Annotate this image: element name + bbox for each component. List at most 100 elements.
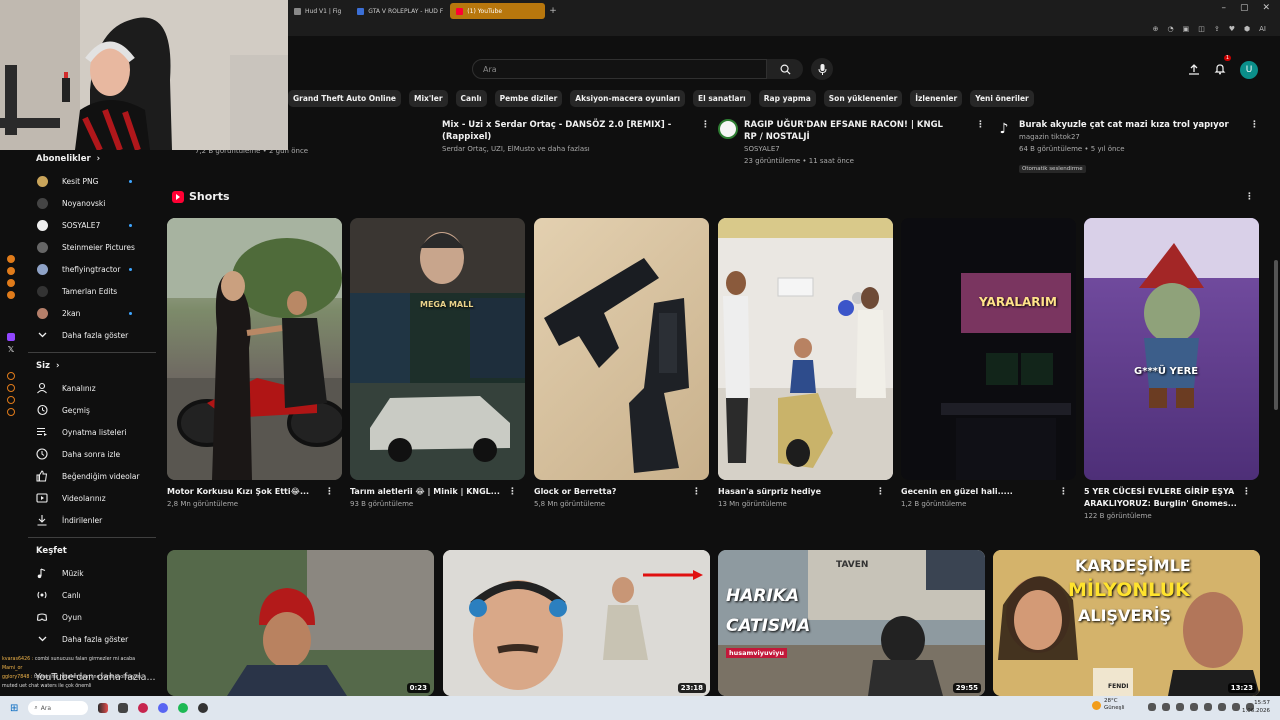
subscriptions-header[interactable]: Abonelikler › bbox=[22, 152, 162, 166]
more-options-icon[interactable]: ⋮ bbox=[692, 487, 701, 497]
filter-chip[interactable]: Son yüklenenler bbox=[823, 90, 903, 107]
video-thumbnail[interactable]: HARIKA CATISMA husamviyuviyu TAVEN 29:55 bbox=[718, 550, 985, 696]
video-channel[interactable]: SOSYALE7 bbox=[744, 143, 944, 155]
bulb-icon[interactable]: ◔ bbox=[1168, 25, 1174, 33]
new-tab-button[interactable]: + bbox=[549, 6, 557, 16]
sidebar-item-history[interactable]: Geçmiş bbox=[22, 399, 162, 421]
sidebar-item-music[interactable]: Müzik bbox=[22, 562, 162, 584]
taskbar-weather[interactable]: 28°C Güneşli bbox=[1092, 698, 1125, 712]
video-card[interactable]: RAGIP UĞUR'DAN EFSANE RACON! | KNGL RP /… bbox=[744, 119, 944, 167]
more-options-icon[interactable]: ⋮ bbox=[876, 487, 885, 497]
ai-button[interactable]: AI bbox=[1259, 25, 1266, 33]
twitch-icon[interactable] bbox=[7, 333, 15, 341]
filter-chip[interactable]: Rap yapma bbox=[758, 90, 816, 107]
maximize-icon[interactable]: ▢ bbox=[1240, 3, 1249, 13]
taskbar-search[interactable]: ⌕ Ara bbox=[28, 701, 89, 715]
windows-start-icon[interactable]: ⊞ bbox=[10, 703, 18, 714]
filter-chip[interactable]: Canlı bbox=[455, 90, 487, 107]
tab-gta-roleplay[interactable]: GTA V ROLEPLAY - HUD F bbox=[351, 3, 446, 19]
shorts-more-icon[interactable]: ⋮ bbox=[1245, 192, 1254, 202]
tray-icon[interactable] bbox=[1176, 703, 1184, 711]
filter-chip[interactable]: Pembe diziler bbox=[494, 90, 563, 107]
short-card[interactable]: Motor Korkusu Kızı Şok Etti😂... 2,8 Mn g… bbox=[167, 218, 342, 510]
short-title[interactable]: Hasan'a sürpriz hediye bbox=[718, 486, 876, 498]
tray-icon[interactable] bbox=[1204, 703, 1212, 711]
sidebar-app-icon[interactable] bbox=[7, 267, 15, 275]
tray-icon[interactable] bbox=[1162, 703, 1170, 711]
subscription-item[interactable]: Tamerlan Edits bbox=[22, 280, 162, 302]
sidebar-item-watch-later[interactable]: Daha sonra izle bbox=[22, 443, 162, 465]
taskbar-clock[interactable]: 15:57 1.06.2026 bbox=[1242, 699, 1270, 715]
filter-chip[interactable]: Grand Theft Auto Online bbox=[288, 90, 402, 107]
sidebar-item-live[interactable]: Canlı bbox=[22, 584, 162, 606]
sidebar-item-like[interactable]: Beğendiğim videolar bbox=[22, 465, 162, 487]
heart-icon[interactable]: ♥ bbox=[1229, 25, 1235, 33]
video-card[interactable]: Burak akyuzle çat cat mazi kıza trol yap… bbox=[1019, 119, 1239, 174]
short-title[interactable]: Glock or Berretta? bbox=[534, 486, 692, 498]
tray-icon[interactable] bbox=[1148, 703, 1156, 711]
subscription-item[interactable]: theflyingtractor bbox=[22, 258, 162, 280]
more-options-icon[interactable]: ⋮ bbox=[1250, 120, 1259, 130]
filter-chip[interactable]: Mix'ler bbox=[409, 90, 448, 107]
subscription-item[interactable]: SOSYALE7 bbox=[22, 214, 162, 236]
clock-icon[interactable] bbox=[7, 396, 15, 404]
notifications-button[interactable]: 1 bbox=[1214, 55, 1231, 79]
upload-icon[interactable] bbox=[1188, 63, 1200, 76]
sidebar-app-icon[interactable] bbox=[7, 291, 15, 299]
subscription-item[interactable]: 2kan bbox=[22, 302, 162, 324]
video-channel[interactable]: magazin tiktok27 bbox=[1019, 131, 1239, 143]
sidebar-item-playlist[interactable]: Oynatma listeleri bbox=[22, 421, 162, 443]
settings-gear-icon[interactable] bbox=[7, 408, 15, 416]
history-icon[interactable] bbox=[7, 372, 15, 380]
page-scrollbar[interactable] bbox=[1274, 260, 1278, 410]
channel-avatar[interactable] bbox=[718, 119, 738, 139]
tab-hud-figma[interactable]: Hud V1 | Fig bbox=[288, 3, 347, 19]
short-thumbnail[interactable]: YARALARIM bbox=[901, 218, 1076, 480]
video-channel[interactable]: Serdar Ortaç, UZI, ElMusto ve daha fazla… bbox=[442, 143, 702, 155]
short-card[interactable]: Glock or Berretta? 5,8 Mn görüntüleme ⋮ bbox=[534, 218, 709, 510]
filter-chip[interactable]: Aksiyon-macera oyunları bbox=[570, 90, 686, 107]
zoom-icon[interactable]: ⊕ bbox=[1153, 25, 1159, 33]
short-title[interactable]: Motor Korkusu Kızı Şok Etti😂... bbox=[167, 486, 325, 498]
short-card[interactable]: MEGA MALL Tarım aletlerii 😂 | Minik | KN… bbox=[350, 218, 525, 510]
more-options-icon[interactable]: ⋮ bbox=[508, 487, 517, 497]
video-title[interactable]: Mix - Uzi x Serdar Ortaç - DANSÖZ 2.0 [R… bbox=[442, 119, 702, 143]
sidebar-item-your-videos[interactable]: Videolarınız bbox=[22, 487, 162, 509]
sidebar-item-channel[interactable]: Kanalınız bbox=[22, 377, 162, 399]
sidebar-item-download[interactable]: İndirilenler bbox=[22, 509, 162, 531]
you-header[interactable]: Siz › bbox=[22, 359, 162, 373]
short-thumbnail[interactable]: G***Ü YERE bbox=[1084, 218, 1259, 480]
video-title[interactable]: Burak akyuzle çat cat mazi kıza trol yap… bbox=[1019, 119, 1239, 131]
more-options-icon[interactable]: ⋮ bbox=[1059, 487, 1068, 497]
screenshot-icon[interactable]: ◫ bbox=[1198, 25, 1205, 33]
short-card[interactable]: Hasan'a sürpriz hediye 13 Mn görüntüleme… bbox=[718, 218, 893, 510]
search-button[interactable] bbox=[767, 59, 803, 79]
short-title[interactable]: 5 YER CÜCESİ EVLERE GİRİP EŞYA ARAKLIYOR… bbox=[1084, 486, 1242, 510]
share-icon[interactable]: ⇪ bbox=[1214, 25, 1220, 33]
subscription-item[interactable]: Kesit PNG bbox=[22, 170, 162, 192]
show-more-explore[interactable]: Daha fazla göster bbox=[22, 628, 162, 650]
show-more-subscriptions[interactable]: Daha fazla göster bbox=[22, 324, 162, 346]
short-card[interactable]: G***Ü YERE 5 YER CÜCESİ EVLERE GİRİP EŞY… bbox=[1084, 218, 1259, 522]
extensions-icon[interactable]: ▣ bbox=[1183, 25, 1190, 33]
file-explorer-icon[interactable] bbox=[118, 703, 129, 713]
filter-chip[interactable]: El sanatları bbox=[693, 90, 751, 107]
cube-icon[interactable]: ⬢ bbox=[1244, 25, 1250, 33]
close-icon[interactable]: ✕ bbox=[1262, 3, 1270, 13]
short-title[interactable]: Tarım aletlerii 😂 | Minik | KNGL... bbox=[350, 486, 508, 498]
more-options-icon[interactable]: ⋮ bbox=[701, 120, 710, 130]
subscription-item[interactable]: Steinmeier Pictures bbox=[22, 236, 162, 258]
short-thumbnail[interactable] bbox=[534, 218, 709, 480]
wifi-icon[interactable] bbox=[1218, 703, 1226, 711]
x-twitter-icon[interactable]: 𝕏 bbox=[8, 345, 14, 354]
tab-youtube[interactable]: (1) YouTube bbox=[450, 3, 546, 19]
sidebar-app-icon[interactable] bbox=[7, 279, 15, 287]
video-card[interactable]: Mix - Uzi x Serdar Ortaç - DANSÖZ 2.0 [R… bbox=[442, 119, 702, 155]
subscription-item[interactable]: Noyanovski bbox=[22, 192, 162, 214]
more-options-icon[interactable]: ⋮ bbox=[976, 120, 985, 130]
spotify-icon[interactable] bbox=[178, 703, 189, 713]
video-title[interactable]: RAGIP UĞUR'DAN EFSANE RACON! | KNGL RP /… bbox=[744, 119, 944, 143]
voice-search-button[interactable] bbox=[811, 58, 833, 80]
sidebar-item-gaming[interactable]: Oyun bbox=[22, 606, 162, 628]
short-thumbnail[interactable] bbox=[167, 218, 342, 480]
